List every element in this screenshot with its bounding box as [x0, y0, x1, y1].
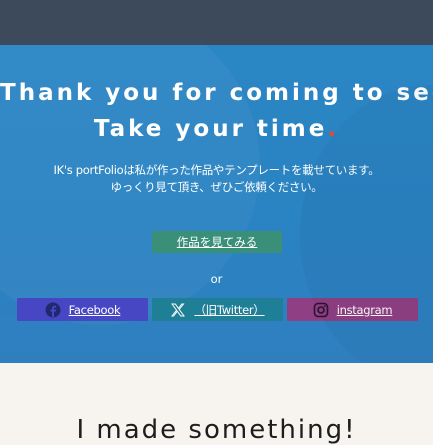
facebook-label: Facebook: [68, 302, 121, 317]
view-works-button[interactable]: 作品を見てみる: [152, 231, 282, 253]
instagram-button[interactable]: instagram: [287, 298, 418, 321]
instagram-label: instagram: [336, 302, 393, 317]
headline-line-2: Take your time.: [93, 116, 340, 142]
twitter-label: （旧Twitter）: [194, 302, 265, 317]
twitter-button[interactable]: （旧Twitter）: [152, 298, 283, 321]
description-line-2: ゆっくり見て頂き、ぜひご依頼ください。: [110, 180, 323, 194]
next-section-heading: I made something!: [76, 415, 357, 445]
headline-line-1: Thank you for coming to see.: [0, 80, 433, 106]
or-separator: or: [210, 272, 223, 286]
headline-dot: .: [327, 116, 340, 142]
x-icon: [170, 302, 186, 318]
instagram-icon: [313, 302, 329, 318]
facebook-button[interactable]: Facebook: [17, 298, 148, 321]
description-line-1: IK's portFolioは私が作った作品やテンプレートを載せています。: [53, 163, 380, 177]
facebook-icon: [45, 302, 61, 318]
top-bar: [0, 0, 433, 45]
hero-section: Thank you for coming to see. Take your t…: [0, 45, 433, 363]
